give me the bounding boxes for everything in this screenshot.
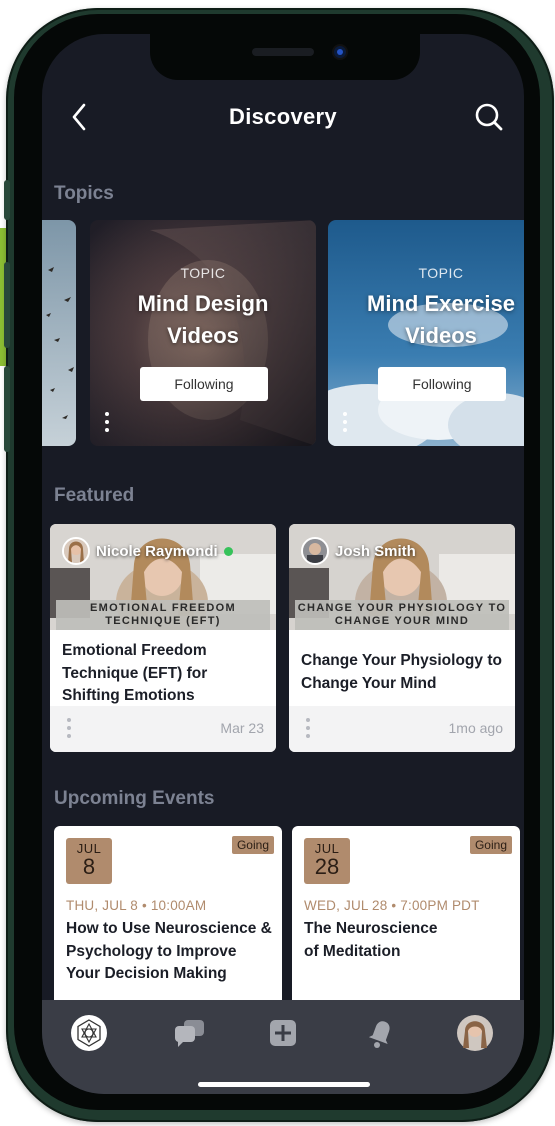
front-camera	[334, 46, 346, 58]
event-title: How to Use Neuroscience & Psychology to …	[66, 920, 272, 982]
tab-messages[interactable]	[170, 1014, 208, 1052]
topic-overlay: TOPIC Mind Exercise Videos Following	[328, 220, 524, 446]
card-footer: 1mo ago	[289, 706, 515, 752]
tab-profile[interactable]	[456, 1014, 494, 1052]
topic-overlay: TOPIC Mind Design Videos Following	[90, 220, 316, 446]
topic-label: TOPIC	[418, 265, 464, 281]
chat-icon	[175, 1020, 204, 1047]
card-footer: Mar 23	[50, 706, 276, 752]
page-title: Discovery	[229, 104, 337, 129]
event-day: 8	[82, 854, 96, 879]
video-thumbnail: CHANGE YOUR PHYSIOLOGY TO CHANGE YOUR MI…	[289, 524, 515, 630]
calendar-date-badge: JUL 8	[66, 838, 112, 884]
volume-down-button	[4, 366, 10, 452]
following-button[interactable]: Following	[140, 367, 268, 401]
following-button[interactable]: Following	[378, 367, 506, 401]
speaker	[252, 48, 314, 56]
nav-bar: Discovery	[42, 98, 524, 138]
author-chip[interactable]: Nicole Raymondi	[62, 536, 233, 566]
online-status-dot	[223, 546, 233, 556]
bottom-tab-bar	[42, 1000, 524, 1094]
featured-title: Change Your Physiology to Change Your Mi…	[301, 652, 502, 692]
featured-title: Emotional Freedom Technique (EFT) for Sh…	[62, 642, 208, 704]
author-name: Josh Smith	[335, 542, 416, 560]
notch	[150, 34, 420, 80]
tab-create[interactable]	[264, 1014, 302, 1052]
video-banner: EMOTIONAL FREEDOM TECHNIQUE (EFT)	[56, 600, 270, 630]
more-options-icon[interactable]	[342, 412, 348, 436]
more-options-icon[interactable]	[104, 412, 110, 436]
author-chip[interactable]: Josh Smith	[301, 536, 416, 566]
topic-card-mind-exercise[interactable]: TOPIC Mind Exercise Videos Following	[328, 220, 524, 446]
tab-home[interactable]	[70, 1014, 108, 1052]
event-datetime: WED, JUL 28 • 7:00PM PDT	[304, 898, 480, 913]
event-day: 28	[314, 854, 340, 879]
event-card[interactable]: JUL 28 Going WED, JUL 28 • 7:00PM PDT Th…	[292, 826, 520, 1006]
featured-heading: Featured	[54, 485, 135, 506]
event-datetime: THU, JUL 8 • 10:00AM	[66, 898, 207, 913]
app-screen: Discovery Topics TOPIC Mind Design Video…	[42, 34, 524, 1094]
featured-card[interactable]: CHANGE YOUR PHYSIOLOGY TO CHANGE YOUR MI…	[289, 524, 515, 752]
rsvp-status-badge: Going	[231, 836, 274, 854]
topics-heading: Topics	[54, 183, 114, 204]
topic-label: TOPIC	[180, 265, 226, 281]
add-icon	[270, 1020, 296, 1046]
upcoming-events-heading: Upcoming Events	[54, 788, 215, 809]
tab-notifications[interactable]	[360, 1014, 398, 1052]
home-indicator	[198, 1082, 370, 1087]
volume-up-button	[4, 262, 10, 348]
post-date: Mar 23	[220, 720, 264, 736]
home-icon	[71, 1015, 107, 1051]
topic-name: Mind Exercise Videos	[367, 291, 515, 348]
author-avatar	[62, 537, 90, 565]
profile-avatar	[457, 1015, 493, 1051]
calendar-date-badge: JUL 28	[304, 838, 350, 884]
post-date: 1mo ago	[448, 720, 503, 736]
search-icon[interactable]	[474, 102, 504, 132]
video-thumbnail: EMOTIONAL FREEDOM TECHNIQUE (EFT) Nicole…	[50, 524, 276, 630]
bell-icon	[368, 1021, 390, 1048]
author-name: Nicole Raymondi	[96, 542, 218, 560]
rsvp-status-badge: Going	[469, 836, 512, 854]
topic-card-mind-design[interactable]: TOPIC Mind Design Videos Following	[90, 220, 316, 446]
more-options-icon[interactable]	[66, 718, 72, 742]
author-avatar	[301, 537, 329, 565]
topic-name: Mind Design Videos	[137, 291, 269, 348]
featured-card[interactable]: EMOTIONAL FREEDOM TECHNIQUE (EFT) Nicole…	[50, 524, 276, 752]
video-banner: CHANGE YOUR PHYSIOLOGY TO CHANGE YOUR MI…	[295, 600, 509, 630]
topic-card-partial[interactable]	[42, 220, 76, 446]
event-card[interactable]: JUL 8 Going THU, JUL 8 • 10:00AM How to …	[54, 826, 282, 1006]
more-options-icon[interactable]	[305, 718, 311, 742]
sky-birds-image	[42, 220, 76, 446]
mute-switch	[4, 180, 10, 220]
event-title: The Neuroscience of Meditation	[304, 920, 438, 960]
